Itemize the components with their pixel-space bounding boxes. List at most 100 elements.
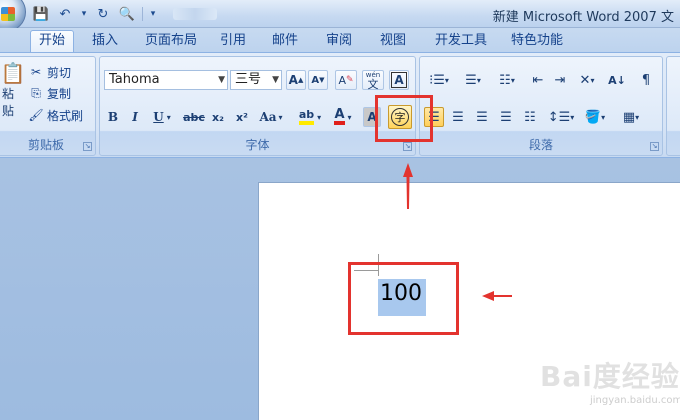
italic-icon: I: [132, 110, 138, 124]
change-case-button[interactable]: Aa ▾: [256, 107, 286, 127]
copy-label: 复制: [47, 86, 72, 101]
paragraph-group: ⁝☰ ▾ ☰ ▾ ☷ ▾ ⇤ ⇥ ✕ ▾ A↓ ¶ ☰ ☰ ☰ ☰ ☷ ↕☰ ▾ 🪣 ▾ ▦…: [419, 56, 663, 156]
bold-icon: B: [107, 110, 119, 124]
cut-button[interactable]: ✂ 剪切: [29, 63, 71, 81]
numbered-list-icon: ☰: [465, 72, 477, 88]
format-painter-icon: 🖌: [28, 108, 44, 122]
subscript-icon: x₂: [212, 110, 224, 124]
line-spacing-button[interactable]: ↕☰ ▾: [546, 107, 576, 127]
annotation-arrow-left: [482, 291, 512, 301]
phonetic-guide-button[interactable]: wén 文: [362, 70, 384, 90]
format-painter-button[interactable]: 🖌 格式刷: [28, 106, 84, 124]
character-border-icon: A: [391, 72, 407, 88]
tab-review[interactable]: 审阅: [318, 31, 360, 52]
font-color-icon: A: [334, 108, 345, 125]
chinese-layout-button[interactable]: ✕ ▾: [574, 70, 600, 90]
clear-format-button[interactable]: A ✎: [335, 70, 357, 90]
font-group: Tahoma ▼ 三号 ▼ A ▲ A ▼ A ✎ wén 文 A B I U ▾ abc x…: [99, 56, 416, 156]
align-center-icon: ☰: [452, 109, 464, 125]
undo-dropdown-icon[interactable]: ▾: [80, 6, 88, 22]
format-painter-label: 格式刷: [47, 108, 84, 123]
watermark-url: jingyan.baidu.com: [590, 395, 680, 406]
tab-insert[interactable]: 插入: [84, 31, 126, 52]
decrease-indent-icon: ⇤: [532, 72, 544, 88]
subscript-button[interactable]: x₂: [208, 107, 228, 127]
copy-button[interactable]: ⎘ 复制: [29, 84, 71, 102]
chevron-down-icon[interactable]: ▼: [218, 71, 225, 89]
tab-developer[interactable]: 开发工具: [428, 31, 494, 52]
underline-button[interactable]: U ▾: [148, 107, 176, 127]
borders-icon: ▦: [622, 109, 636, 125]
align-right-icon: ☰: [476, 109, 488, 125]
borders-button[interactable]: ▦ ▾: [616, 107, 646, 127]
highlighter-icon: ab: [298, 109, 315, 125]
clipboard-launcher-icon[interactable]: ↘: [83, 142, 92, 151]
tab-view[interactable]: 视图: [372, 31, 414, 52]
blurred-area: [173, 8, 217, 20]
numbering-button[interactable]: ☰ ▾: [458, 70, 488, 90]
tab-page-layout[interactable]: 页面布局: [138, 31, 204, 52]
tab-mailings[interactable]: 邮件: [264, 31, 306, 52]
align-right-button[interactable]: ☰: [472, 107, 492, 127]
font-name-value: Tahoma: [109, 72, 160, 87]
clear-format-icon: A: [338, 73, 346, 87]
redo-icon[interactable]: ↻: [94, 6, 112, 22]
undo-icon[interactable]: ↶: [56, 6, 74, 22]
qat-customize-icon[interactable]: ▾: [149, 6, 157, 22]
bullets-button[interactable]: ⁝☰ ▾: [424, 70, 454, 90]
clipboard-group: 📋 粘贴 ✂ 剪切 ⎘ 复制 🖌 格式刷 剪贴板 ↘: [0, 56, 96, 156]
styles-group-partial: [666, 56, 680, 156]
sort-button[interactable]: A↓: [606, 70, 628, 90]
strikethrough-button[interactable]: abc: [182, 107, 206, 127]
paragraph-group-label: 段落: [528, 138, 553, 152]
change-case-icon: Aa: [259, 110, 277, 124]
character-border-button[interactable]: A: [389, 70, 409, 90]
quick-access-toolbar: 💾 ↶ ▾ ↻ 🔍 ▾: [32, 4, 217, 24]
font-size-combo[interactable]: 三号 ▼: [230, 70, 282, 90]
office-logo-icon: [1, 7, 15, 21]
increase-indent-button[interactable]: ⇥: [550, 70, 570, 90]
decrease-indent-button[interactable]: ⇤: [528, 70, 548, 90]
grow-font-button[interactable]: A ▲: [286, 70, 306, 90]
title-bar: 💾 ↶ ▾ ↻ 🔍 ▾ 新建 Microsoft Word 2007 文: [0, 0, 680, 32]
bold-button[interactable]: B: [104, 107, 122, 127]
align-center-button[interactable]: ☰: [448, 107, 468, 127]
justify-button[interactable]: ☰: [496, 107, 516, 127]
font-launcher-icon[interactable]: ↘: [403, 142, 412, 151]
copy-icon: ⎘: [31, 85, 41, 100]
multilevel-list-button[interactable]: ☷ ▾: [492, 70, 522, 90]
cut-label: 剪切: [47, 65, 72, 80]
tab-home[interactable]: 开始: [30, 30, 74, 53]
justify-icon: ☰: [500, 109, 512, 125]
highlight-button[interactable]: ab ▾: [294, 107, 326, 127]
line-spacing-icon: ↕☰: [547, 109, 571, 125]
annotation-box-selected-text: [348, 262, 459, 335]
italic-button[interactable]: I: [126, 107, 144, 127]
font-name-combo[interactable]: Tahoma ▼: [104, 70, 228, 90]
underline-icon: U: [153, 110, 164, 124]
shading-button[interactable]: 🪣 ▾: [580, 107, 610, 127]
chinese-layout-icon: ✕: [579, 72, 591, 88]
qat-separator: [142, 7, 143, 21]
ribbon-tabs: 开始 插入 页面布局 引用 邮件 审阅 视图 开发工具 特色功能: [0, 28, 680, 53]
paste-icon: 📋: [0, 61, 26, 85]
superscript-button[interactable]: x²: [232, 107, 252, 127]
paragraph-launcher-icon[interactable]: ↘: [650, 142, 659, 151]
tab-special-features[interactable]: 特色功能: [504, 31, 570, 52]
tab-references[interactable]: 引用: [212, 31, 254, 52]
print-preview-icon[interactable]: 🔍: [118, 6, 136, 22]
shrink-font-icon: A: [311, 74, 320, 86]
window-title: 新建 Microsoft Word 2007 文: [492, 10, 674, 25]
shrink-font-button[interactable]: A ▼: [308, 70, 328, 90]
strikethrough-icon: abc: [183, 110, 205, 124]
font-color-button[interactable]: A ▾: [328, 107, 358, 127]
scissors-icon: ✂: [30, 65, 42, 79]
paste-button[interactable]: 📋 粘贴: [0, 61, 26, 119]
show-marks-button[interactable]: ¶: [636, 70, 656, 90]
distributed-icon: ☷: [524, 109, 536, 125]
save-icon[interactable]: 💾: [32, 6, 50, 22]
pilcrow-icon: ¶: [641, 72, 651, 88]
distributed-button[interactable]: ☷: [520, 107, 540, 127]
annotation-arrow-up: [403, 163, 413, 209]
chevron-down-icon[interactable]: ▼: [272, 71, 279, 89]
